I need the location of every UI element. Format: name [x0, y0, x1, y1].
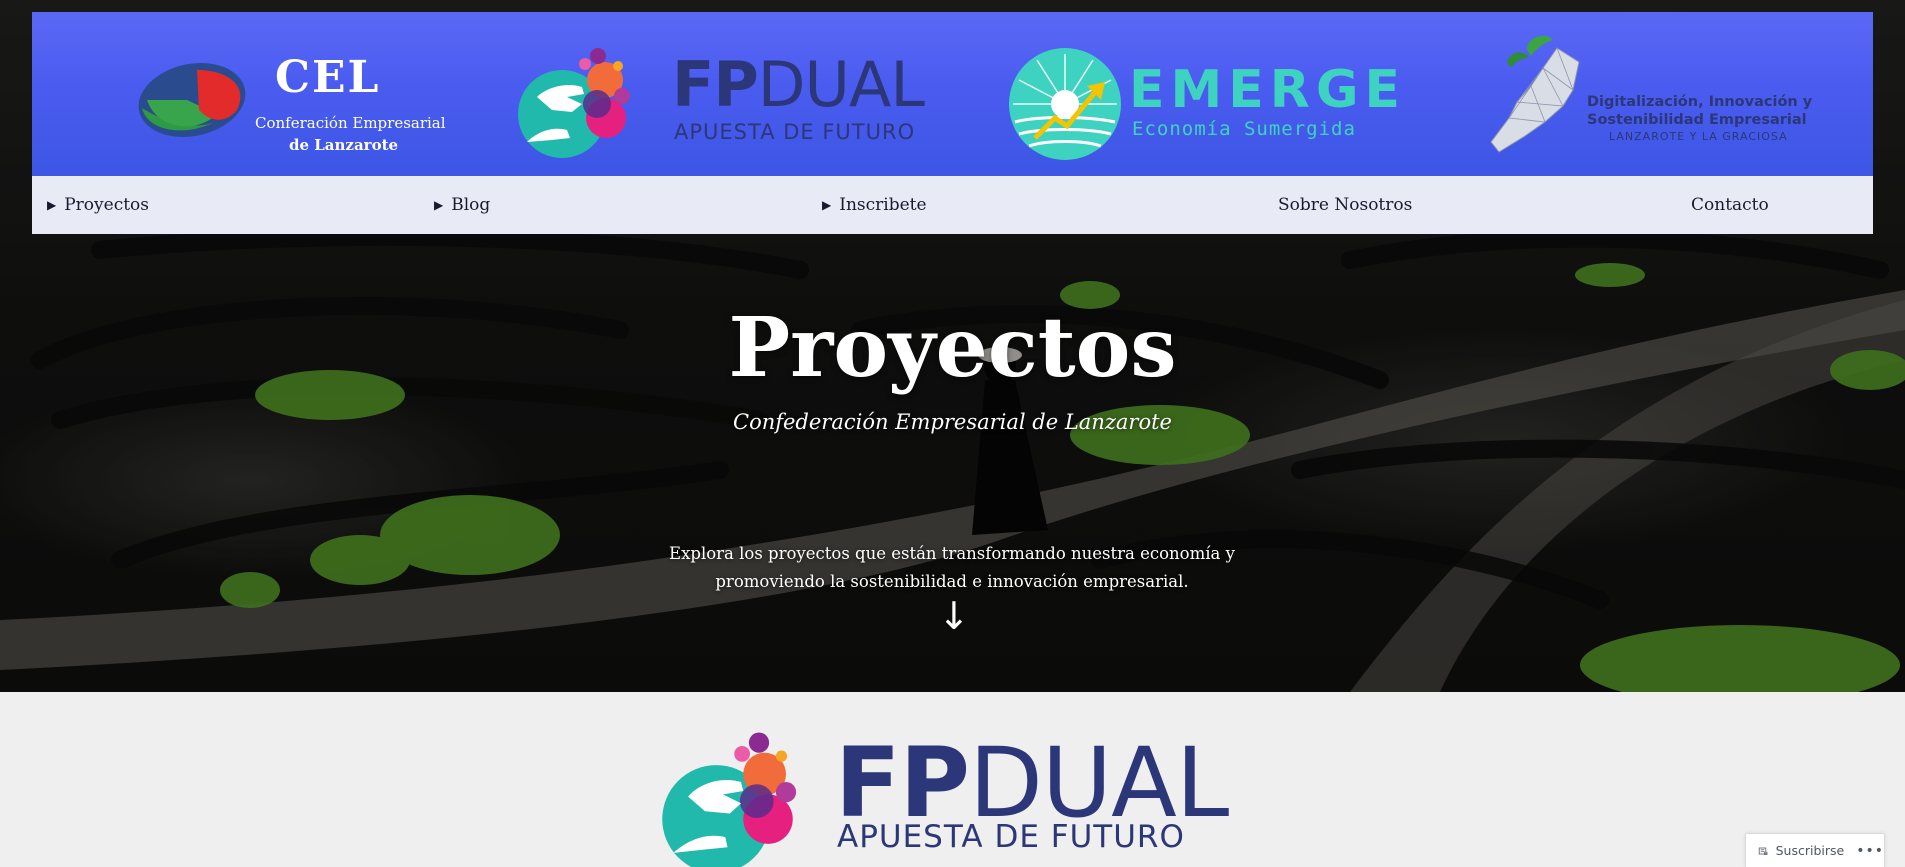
digitalizacion-line2: Sostenibilidad Empresarial [1587, 112, 1807, 128]
submenu-triangle-icon: ▶ [822, 198, 832, 212]
nav-item-label: Sobre Nosotros [1278, 195, 1413, 215]
digitalizacion-line3: LANZAROTE Y LA GRACIOSA [1609, 130, 1788, 143]
fpdual-word-light: DUAL [757, 48, 925, 121]
emerge-sun-icon [1009, 48, 1121, 160]
emerge-logo[interactable]: EMERGE Economía Sumergida [1007, 36, 1407, 166]
subscribe-widget: Suscribirse ••• [1745, 833, 1885, 867]
content-fpdual-logo: FPDUAL APUESTA DE FUTURO [660, 725, 1260, 867]
emerge-tagline: Economía Sumergida [1132, 118, 1356, 140]
cel-subtitle-line1: Conferación Empresarial [255, 114, 446, 132]
page-title: Proyectos [728, 300, 1177, 396]
nav-item-contacto[interactable]: Contacto [1691, 176, 1769, 234]
nav-item-blog[interactable]: ▶ Blog [434, 176, 490, 234]
fpdual-wordmark: FPDUAL [835, 733, 1229, 833]
fpdual-hands-icon [662, 732, 797, 867]
fpdual-tagline: APUESTA DE FUTURO [674, 120, 916, 144]
fpdual-wordmark: FPDUAL [672, 52, 925, 118]
fpdual-word-bold: FP [672, 48, 759, 121]
fpdual-hands-icon [518, 48, 630, 158]
cel-title: CEL [275, 52, 381, 103]
main-navigation: ▶ Proyectos ▶ Blog ▶ Inscribete Sobre No… [32, 176, 1873, 234]
emerge-wordmark: EMERGE [1129, 60, 1407, 120]
scroll-down-arrow-icon[interactable]: ↓ [938, 594, 970, 638]
submenu-triangle-icon: ▶ [434, 198, 444, 212]
nav-item-inscribete[interactable]: ▶ Inscribete [822, 176, 927, 234]
reader-icon [1758, 847, 1768, 855]
cel-logo[interactable]: CEL Conferación Empresarial de Lanzarote [137, 42, 446, 154]
page-subtitle: Confederación Empresarial de Lanzarote [733, 410, 1172, 434]
hero-description: Explora los proyectos que están transfor… [669, 544, 1235, 591]
subscribe-button[interactable]: Suscribirse [1776, 843, 1845, 858]
nav-item-sobre-nosotros[interactable]: Sobre Nosotros [1278, 176, 1412, 234]
nav-item-label: Blog [451, 195, 491, 215]
digitalizacion-logo[interactable]: Digitalización, Innovación y Sostenibili… [1487, 32, 1847, 172]
cel-subtitle-line2: de Lanzarote [289, 136, 399, 154]
nav-item-label: Contacto [1691, 195, 1769, 215]
fpdual-tagline: APUESTA DE FUTURO [837, 819, 1185, 855]
more-options-icon[interactable]: ••• [1856, 843, 1884, 859]
fpdual-logo[interactable]: FPDUAL APUESTA DE FUTURO [512, 42, 962, 162]
nav-item-proyectos[interactable]: ▶ Proyectos [47, 176, 149, 234]
lanzarote-island-icon [1490, 35, 1580, 153]
nav-item-label: Inscribete [839, 195, 927, 215]
header-logo-band: CEL Conferación Empresarial de Lanzarote… [32, 12, 1873, 176]
nav-item-label: Proyectos [64, 195, 150, 215]
submenu-triangle-icon: ▶ [47, 198, 57, 212]
cel-emblem-icon [138, 63, 246, 137]
digitalizacion-line1: Digitalización, Innovación y [1587, 94, 1813, 110]
